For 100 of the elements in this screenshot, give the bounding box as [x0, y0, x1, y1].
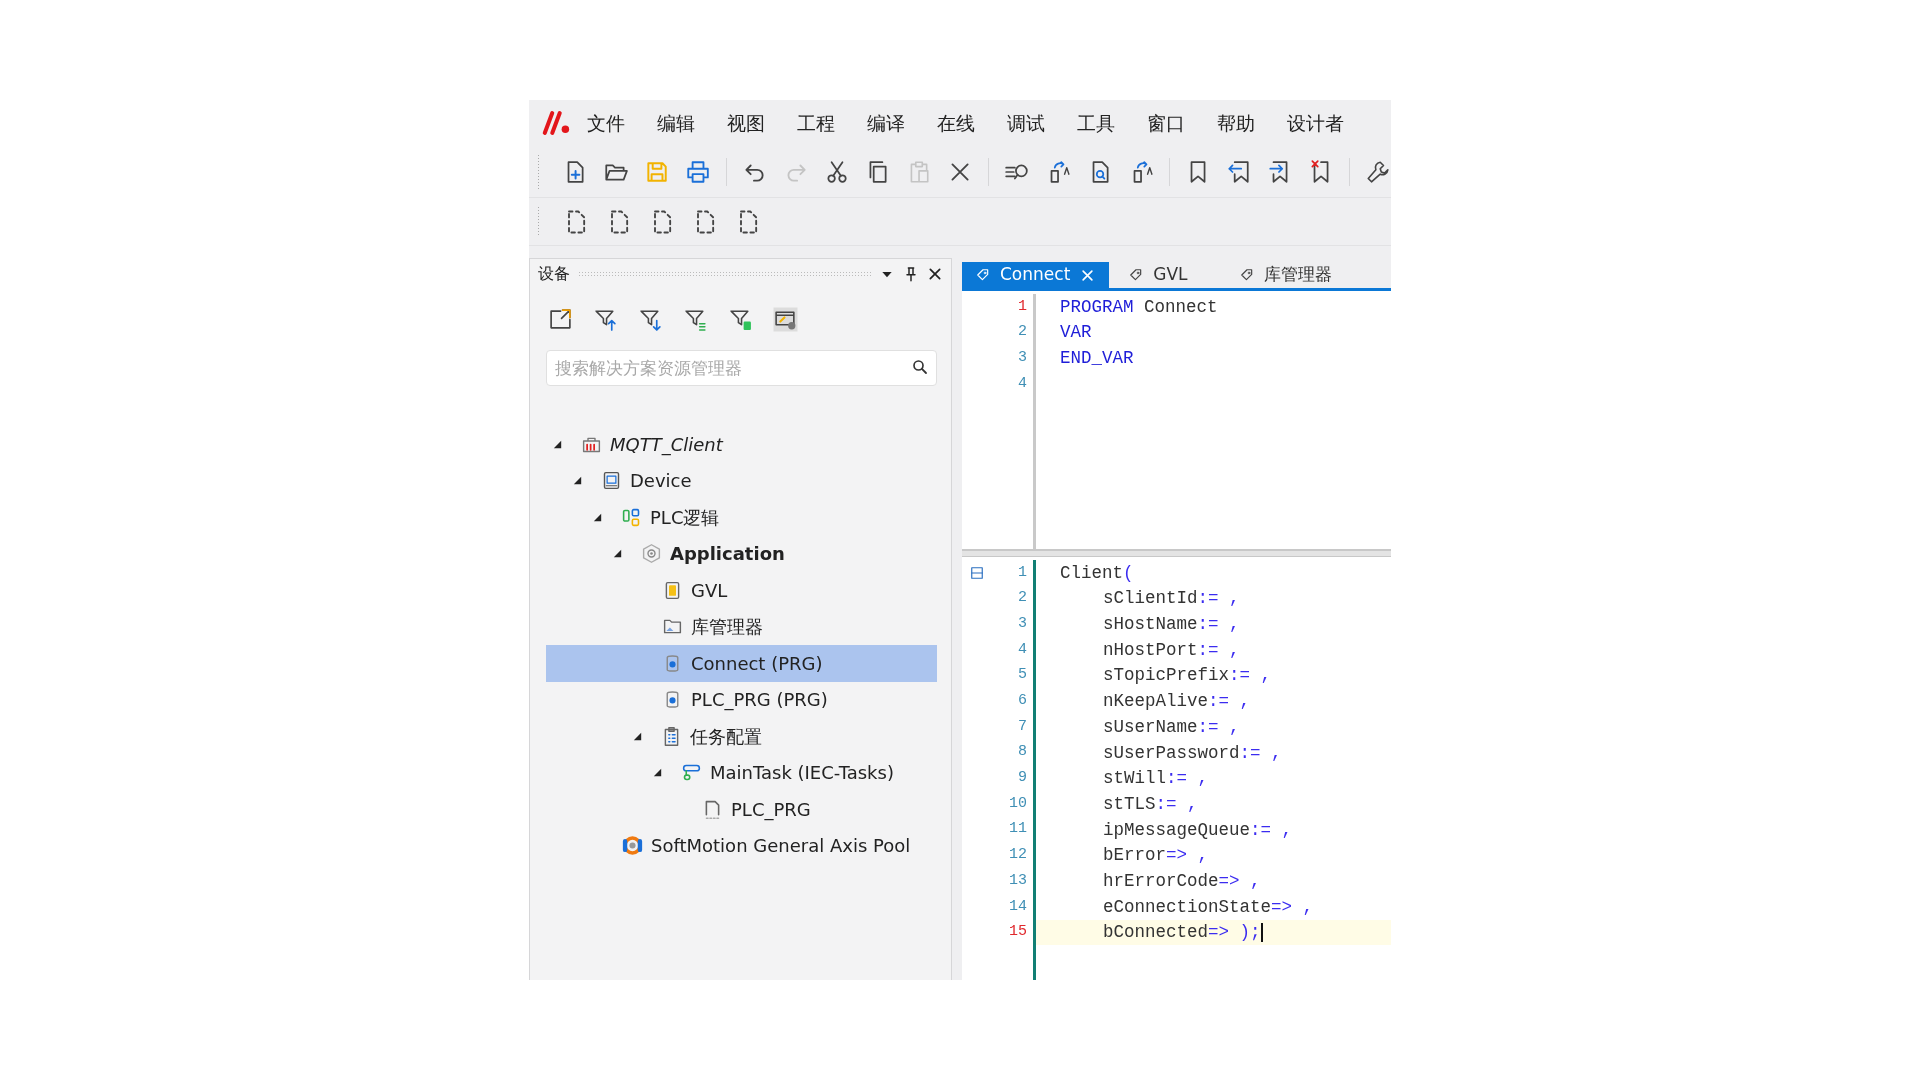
menu-item[interactable]: 编辑 [641, 108, 711, 138]
tree-label: GVL [691, 578, 728, 603]
search-icon[interactable] [911, 358, 929, 376]
code-line: sTopicPrefix:= , [1102, 664, 1272, 688]
menu-item[interactable]: 调试 [991, 108, 1061, 138]
line-number: 11 [1009, 819, 1027, 840]
window-gear-icon[interactable] [773, 307, 798, 332]
tree-row[interactable]: SoftMotion General Axis Pool [546, 827, 937, 864]
line-number: 9 [1018, 768, 1027, 789]
tree-label: SoftMotion General Axis Pool [651, 834, 911, 859]
tree-row[interactable]: 库管理器 [546, 608, 937, 645]
tag-icon [1129, 268, 1144, 282]
search-field[interactable]: 搜索解决方案资源管理器 [546, 350, 937, 386]
expand-triangle-icon[interactable] [612, 548, 623, 560]
code-line: sUserName:= , [1102, 715, 1240, 739]
tree-label: PLC_PRG (PRG) [691, 688, 828, 713]
code-line: nHostPort:= , [1102, 638, 1240, 662]
menu-item[interactable]: 设计者 [1271, 108, 1360, 138]
menu-item[interactable]: 文件 [571, 108, 641, 138]
tree-label: 库管理器 [691, 615, 763, 640]
tree-label: Device [630, 469, 692, 494]
tag-icon [1239, 268, 1254, 282]
tree-row[interactable]: PLC逻辑 [546, 499, 937, 536]
line-number: 2 [1018, 322, 1027, 343]
device-icon [601, 470, 622, 492]
tree-label: Application [670, 542, 785, 567]
menu-item[interactable]: 编译 [851, 108, 921, 138]
line-number: 3 [1018, 347, 1027, 368]
tree-row[interactable]: GVL [546, 572, 937, 609]
tree-row[interactable]: Connect (PRG) [546, 645, 937, 682]
collapse-icon[interactable] [970, 565, 984, 580]
code-line: PROGRAM Connect [1060, 295, 1218, 319]
expand-triangle-icon[interactable] [572, 475, 583, 487]
line-number: 1 [1018, 562, 1027, 583]
line-number: 13 [1009, 870, 1027, 891]
tree-row[interactable]: MQTT_Client [546, 426, 937, 463]
line-number: 12 [1009, 845, 1027, 866]
line-number: 7 [1018, 716, 1027, 737]
logo-icon [541, 108, 571, 138]
tree-label: PLC_PRG [731, 797, 811, 823]
menu-item[interactable]: 视图 [711, 108, 781, 138]
filter-arrow-icon[interactable] [593, 307, 618, 332]
tree-label: Connect (PRG) [691, 651, 823, 676]
ring-icon [622, 835, 643, 857]
tree-row[interactable]: 任务配置 [546, 718, 937, 755]
code-line: VAR [1060, 321, 1092, 345]
tree-label: PLC逻辑 [650, 505, 720, 530]
line-number: 2 [1018, 588, 1027, 609]
code-line: bConnected=> ); [1102, 921, 1261, 945]
code-line: bError=> , [1102, 844, 1209, 868]
tree-row[interactable]: Application [546, 535, 937, 572]
code-line: sHostName:= , [1102, 613, 1240, 637]
code-line: END_VAR [1060, 347, 1134, 371]
close-icon[interactable] [927, 266, 943, 282]
hexagon-gear-icon [641, 543, 662, 565]
code-line: Client( [1060, 561, 1134, 585]
expand-triangle-icon[interactable] [652, 767, 663, 779]
line-number: 15 [1009, 922, 1027, 943]
tree-row[interactable]: PLC_PRG (PRG) [546, 681, 937, 718]
tree-label: MainTask (IEC-Tasks) [710, 761, 894, 786]
filter-arrow-icon[interactable] [638, 307, 663, 332]
line-number: 4 [1018, 639, 1027, 660]
code-line: eConnectionState=> , [1102, 895, 1314, 919]
code-line: nKeepAlive:= , [1102, 690, 1251, 714]
code-line: ipMessageQueue:= , [1102, 818, 1293, 842]
line-number: 8 [1018, 742, 1027, 763]
line-number: 4 [1018, 373, 1027, 394]
expand-triangle-icon[interactable] [592, 511, 603, 523]
line-number: 5 [1018, 665, 1027, 686]
editor-tab[interactable]: GVL [1115, 262, 1202, 288]
code-line: sClientId:= , [1102, 587, 1240, 611]
code-line: stTLS:= , [1102, 792, 1198, 816]
line-number: 10 [1009, 793, 1027, 814]
expand-triangle-icon[interactable] [552, 438, 563, 450]
filter-lines-icon[interactable] [683, 307, 708, 332]
export-icon[interactable] [548, 307, 573, 332]
line-number: 14 [1009, 896, 1027, 917]
menu-item[interactable]: 帮助 [1201, 108, 1271, 138]
pin-icon[interactable] [903, 266, 919, 282]
menu-item[interactable]: 窗口 [1131, 108, 1201, 138]
code-line: stWill:= , [1102, 767, 1209, 791]
menu-item[interactable]: 工程 [781, 108, 851, 138]
tree-row[interactable]: Device [546, 462, 937, 499]
menu-item[interactable]: 工具 [1061, 108, 1131, 138]
editor-tab[interactable]: 库管理器 [1225, 262, 1346, 288]
code-line: hrErrorCode=> , [1102, 869, 1261, 893]
line-number: 6 [1018, 691, 1027, 712]
expand-triangle-icon[interactable] [632, 730, 643, 742]
filter-icon[interactable] [728, 307, 753, 332]
blocks-icon [621, 506, 642, 528]
tree-row[interactable]: PLC_PRG [546, 791, 937, 828]
menu-item[interactable]: 在线 [921, 108, 991, 138]
text-cursor [1260, 922, 1263, 942]
tree-label: 任务配置 [690, 724, 762, 749]
line-number: 1 [1018, 296, 1027, 317]
tree-label: MQTT_Client [610, 432, 723, 458]
panel-title: 设备 [538, 263, 570, 285]
line-number: 3 [1018, 613, 1027, 634]
tree-row[interactable]: MainTask (IEC-Tasks) [546, 754, 937, 791]
editor-tab[interactable]: Connect [962, 262, 1110, 288]
